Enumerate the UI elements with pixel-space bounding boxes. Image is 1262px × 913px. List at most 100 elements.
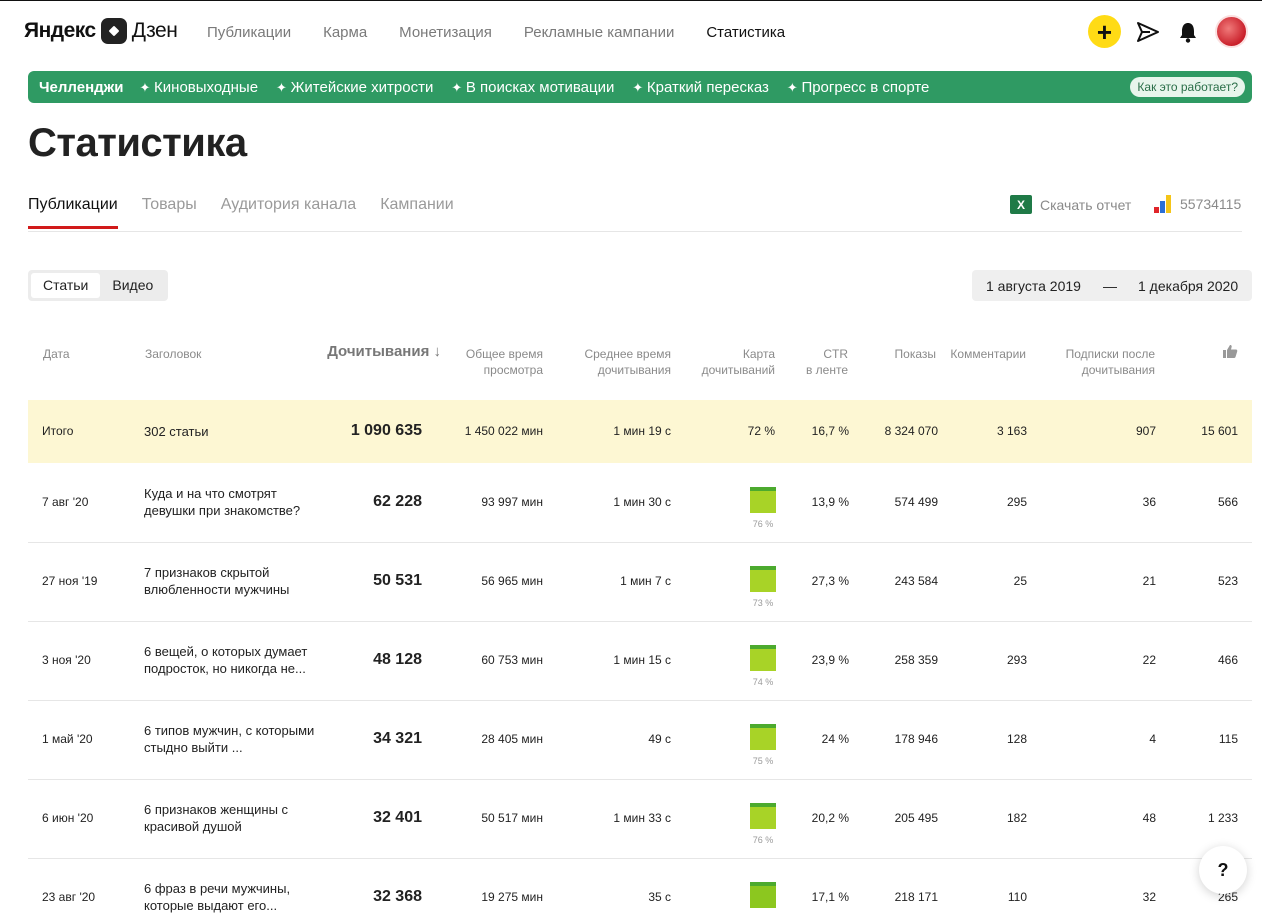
row-title[interactable]: 7 признаков скрытой влюбленности мужчины — [144, 564, 316, 598]
logo-text-yandex: Яндекс — [24, 19, 96, 42]
row-comments: 182 — [1006, 811, 1027, 825]
date-to[interactable]: 1 декабря 2020 — [1138, 278, 1238, 294]
how-it-works-button[interactable]: Как это работает? — [1130, 77, 1245, 97]
challenges-bar: Челленджи Киновыходные Житейские хитрост… — [28, 71, 1252, 103]
table-row[interactable]: 7 авг '20 Куда и на что смотрят девушки … — [28, 463, 1252, 543]
read-map-thumbnail[interactable] — [750, 882, 776, 908]
challenge-item[interactable]: Житейские хитрости — [276, 79, 434, 96]
yandex-zen-logo[interactable]: Яндекс Дзен — [24, 18, 178, 44]
col-reads-sort[interactable]: Дочитывания ↓ — [327, 344, 441, 360]
row-avg-time: 1 мин 15 с — [613, 653, 671, 667]
table-row[interactable]: 3 ноя '20 6 вещей, о которых думает подр… — [28, 621, 1252, 701]
read-map-thumbnail[interactable] — [750, 645, 776, 671]
row-subscriptions: 21 — [1142, 574, 1156, 588]
date-range-picker[interactable]: 1 августа 2019 — 1 декабря 2020 — [972, 270, 1252, 301]
date-from[interactable]: 1 августа 2019 — [986, 278, 1081, 294]
row-subscriptions: 48 — [1142, 811, 1156, 825]
row-subscriptions: 4 — [1149, 732, 1156, 746]
read-map-thumbnail[interactable] — [750, 487, 776, 513]
total-read-map: 72 % — [747, 424, 775, 438]
header-actions: + — [1088, 15, 1248, 48]
row-ctr: 27,3 % — [811, 574, 849, 588]
row-title[interactable]: 6 типов мужчин, с которыми стыдно выйти … — [144, 722, 316, 756]
total-avg-time: 1 мин 19 с — [613, 424, 671, 438]
challenge-item[interactable]: Краткий пересказ — [632, 79, 769, 96]
read-map-thumbnail[interactable] — [750, 803, 776, 829]
table-row[interactable]: 27 ноя '19 7 признаков скрытой влюбленно… — [28, 542, 1252, 622]
nav-ad-campaigns[interactable]: Рекламные кампании — [524, 24, 674, 41]
segment-video[interactable]: Видео — [100, 273, 165, 298]
col-subscriptions-line1: Подписки после — [1065, 347, 1155, 361]
bell-icon[interactable] — [1175, 19, 1201, 45]
nav-karma[interactable]: Карма — [323, 24, 367, 41]
row-subscriptions: 36 — [1142, 495, 1156, 509]
row-total-time: 56 965 мин — [481, 574, 543, 588]
avatar[interactable] — [1215, 15, 1248, 48]
table-row[interactable]: 23 авг '20 6 фраз в речи мужчины, которы… — [28, 858, 1252, 913]
row-total-time: 19 275 мин — [481, 890, 543, 904]
challenges-title: Челленджи — [39, 78, 124, 96]
tab-publications[interactable]: Публикации — [28, 196, 118, 229]
nav-publications[interactable]: Публикации — [207, 24, 291, 41]
col-total-time-line1: Общее время — [465, 347, 543, 361]
read-map-thumbnail[interactable] — [750, 566, 776, 592]
col-shows[interactable]: Показы — [895, 346, 936, 362]
tab-campaigns[interactable]: Кампании — [380, 196, 454, 229]
table-row[interactable]: 6 июн '20 6 признаков женщины с красивой… — [28, 779, 1252, 859]
read-map-percent: 75 % — [752, 756, 774, 766]
row-title[interactable]: 6 фраз в речи мужчины, которые выдают ег… — [144, 880, 316, 913]
col-ctr[interactable]: CTR в ленте — [806, 346, 848, 378]
create-plus-button[interactable]: + — [1088, 15, 1121, 48]
row-shows: 218 171 — [894, 890, 938, 904]
col-subscriptions[interactable]: Подписки после дочитывания — [1066, 346, 1155, 378]
table-row[interactable]: 1 май '20 6 типов мужчин, с которыми сты… — [28, 700, 1252, 780]
row-shows: 574 499 — [894, 495, 938, 509]
send-icon[interactable] — [1135, 19, 1161, 45]
read-map-percent: 73 % — [752, 598, 774, 608]
challenge-item[interactable]: В поисках мотивации — [451, 79, 614, 96]
total-ctr: 16,7 % — [811, 424, 849, 438]
excel-icon: X — [1010, 195, 1032, 214]
main-nav: Публикации Карма Монетизация Рекламные к… — [207, 24, 785, 41]
col-total-time[interactable]: Общее время просмотра — [466, 346, 543, 378]
col-avg-time[interactable]: Среднее время дочитывания — [584, 346, 671, 378]
nav-monetization[interactable]: Монетизация — [399, 24, 492, 41]
nav-statistics[interactable]: Статистика — [706, 24, 785, 41]
row-shows: 205 495 — [894, 811, 938, 825]
row-subscriptions: 22 — [1142, 653, 1156, 667]
row-avg-time: 35 с — [648, 890, 671, 904]
row-reads: 50 531 — [373, 572, 422, 589]
challenge-item[interactable]: Прогресс в спорте — [787, 79, 929, 96]
tab-audience[interactable]: Аудитория канала — [221, 196, 356, 229]
row-title[interactable]: 6 признаков женщины с красивой душой — [144, 801, 316, 835]
read-map-percent: 76 % — [752, 519, 774, 529]
row-title[interactable]: 6 вещей, о которых думает подросток, но … — [144, 643, 316, 677]
metrika-icon — [1154, 195, 1172, 213]
challenge-item[interactable]: Киновыходные — [140, 79, 258, 96]
row-likes: 566 — [1217, 495, 1238, 509]
col-avg-time-line2: дочитывания — [597, 363, 671, 377]
help-button[interactable]: ? — [1199, 846, 1247, 894]
row-subscriptions: 32 — [1142, 890, 1156, 904]
row-date: 23 авг '20 — [42, 890, 96, 904]
col-read-map[interactable]: Карта дочитываний — [702, 346, 775, 378]
col-ctr-line1: CTR — [823, 347, 848, 361]
thumbs-up-icon[interactable] — [1222, 344, 1238, 363]
row-avg-time: 1 мин 30 с — [613, 495, 671, 509]
download-report-button[interactable]: X Скачать отчет — [1010, 195, 1131, 214]
tab-goods[interactable]: Товары — [142, 196, 197, 229]
row-ctr: 17,1 % — [811, 890, 849, 904]
stats-tabs: Публикации Товары Аудитория канала Кампа… — [28, 196, 454, 229]
row-title[interactable]: Куда и на что смотрят девушки при знаком… — [144, 485, 316, 519]
read-map-thumbnail[interactable] — [750, 724, 776, 750]
tabs-divider — [28, 231, 1242, 232]
col-comments[interactable]: Комментарии — [950, 346, 1026, 362]
row-avg-time: 1 мин 33 с — [613, 811, 671, 825]
col-date[interactable]: Дата — [43, 346, 70, 362]
zen-logo-icon — [100, 18, 127, 44]
segment-articles[interactable]: Статьи — [31, 273, 101, 298]
col-total-time-line2: просмотра — [483, 363, 543, 377]
col-ctr-line2: в ленте — [805, 363, 848, 377]
metrika-counter[interactable]: 55734115 — [1154, 195, 1241, 213]
row-reads: 32 368 — [373, 888, 422, 905]
